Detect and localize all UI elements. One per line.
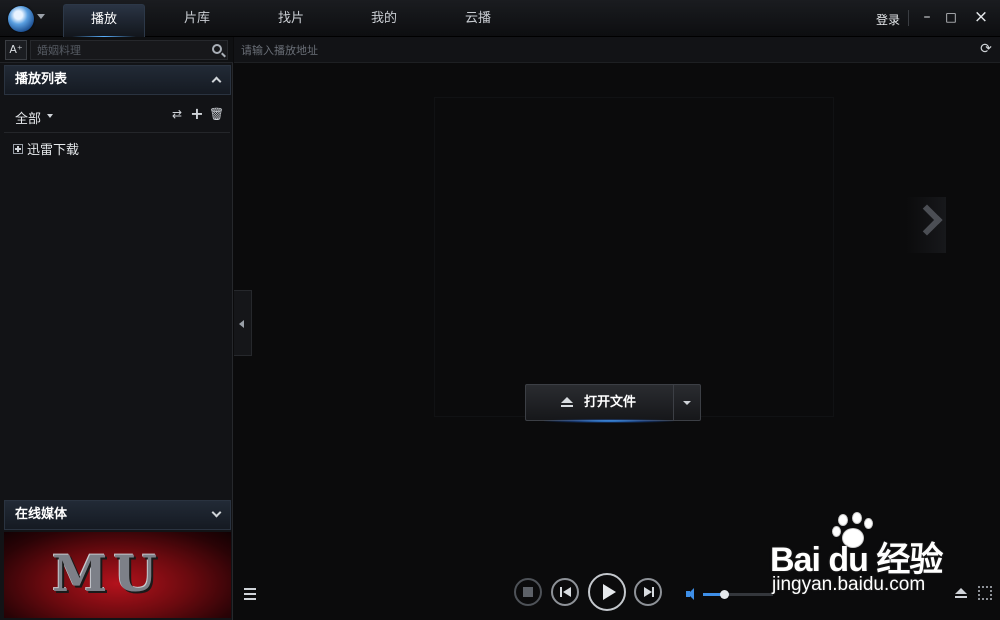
play-button[interactable] [588,573,626,611]
watermark-url: jingyan.baidu.com [772,574,926,595]
add-icon[interactable]: + [190,106,204,122]
list-item-label: 迅雷下载 [27,143,80,158]
eject-icon [561,397,573,408]
playlist-search-input[interactable] [30,40,228,60]
open-file-label: 打开文件 [584,395,637,410]
button-glow [544,419,674,423]
filter-dropdown[interactable]: 全部 [15,108,41,127]
baidu-watermark: Bai du 经验 jingyan.baidu.com [770,512,950,602]
refresh-icon[interactable]: ⟳ [978,41,994,57]
volume-knob[interactable] [720,590,729,599]
playlist-icon[interactable] [242,588,256,600]
tab-cloud[interactable]: 云播 [437,4,519,37]
volume-icon[interactable] [686,588,698,600]
tab-library[interactable]: 片库 [156,4,238,37]
tab-mine[interactable]: 我的 [343,4,425,37]
title-separator [908,10,909,26]
search-icon[interactable] [212,44,222,54]
divider [4,132,230,133]
eject-icon[interactable] [955,588,967,599]
playlist-header-label: 播放列表 [15,72,68,87]
next-page-arrow[interactable] [906,197,946,253]
title-bar: 播放 片库 找片 我的 云播 登录 – □ × [0,0,1000,38]
menu-dropdown-icon[interactable] [37,14,45,19]
chevron-down-icon[interactable] [211,507,222,518]
promo-banner[interactable]: MU [4,532,231,618]
maximize-button[interactable]: □ [942,8,960,26]
sidebar: A⁺ 播放列表 全部 ⇄ + 🗑 迅雷下载 在线媒体 MU [0,37,233,620]
open-file-button[interactable]: 打开文件 [526,385,673,420]
url-bar: ⟳ [234,37,1000,63]
list-item[interactable]: 迅雷下载 [13,139,79,158]
chevron-down-icon[interactable] [47,114,53,118]
stop-button[interactable] [514,578,542,606]
font-size-button[interactable]: A⁺ [5,40,27,60]
previous-button[interactable] [551,578,579,606]
banner-logo: MU [52,544,163,603]
sidebar-collapse-button[interactable] [234,290,252,356]
tab-find[interactable]: 找片 [250,4,332,37]
expand-icon[interactable] [13,143,23,154]
online-media-header-label: 在线媒体 [15,507,68,522]
minimize-button[interactable]: – [918,8,936,26]
volume-slider[interactable] [703,590,773,599]
sidebar-search-row: A⁺ [0,37,233,63]
chevron-up-icon[interactable] [211,76,222,87]
video-canvas[interactable] [434,97,834,417]
login-link[interactable]: 登录 [876,11,900,28]
loop-icon[interactable]: ⇄ [170,107,184,121]
tab-play[interactable]: 播放 [63,4,145,38]
close-button[interactable]: × [972,8,990,26]
trash-icon[interactable]: 🗑 [209,107,224,121]
chevron-right-icon [911,204,943,236]
fullscreen-icon[interactable] [978,586,992,600]
play-url-input[interactable] [234,40,964,60]
online-media-header[interactable]: 在线媒体 [4,500,231,530]
next-button[interactable] [634,578,662,606]
playlist-header[interactable]: 播放列表 [4,65,231,95]
open-file-button-group: 打开文件 [525,384,701,421]
open-file-dropdown-button[interactable] [673,385,700,420]
xunlei-logo-icon[interactable] [8,6,34,32]
